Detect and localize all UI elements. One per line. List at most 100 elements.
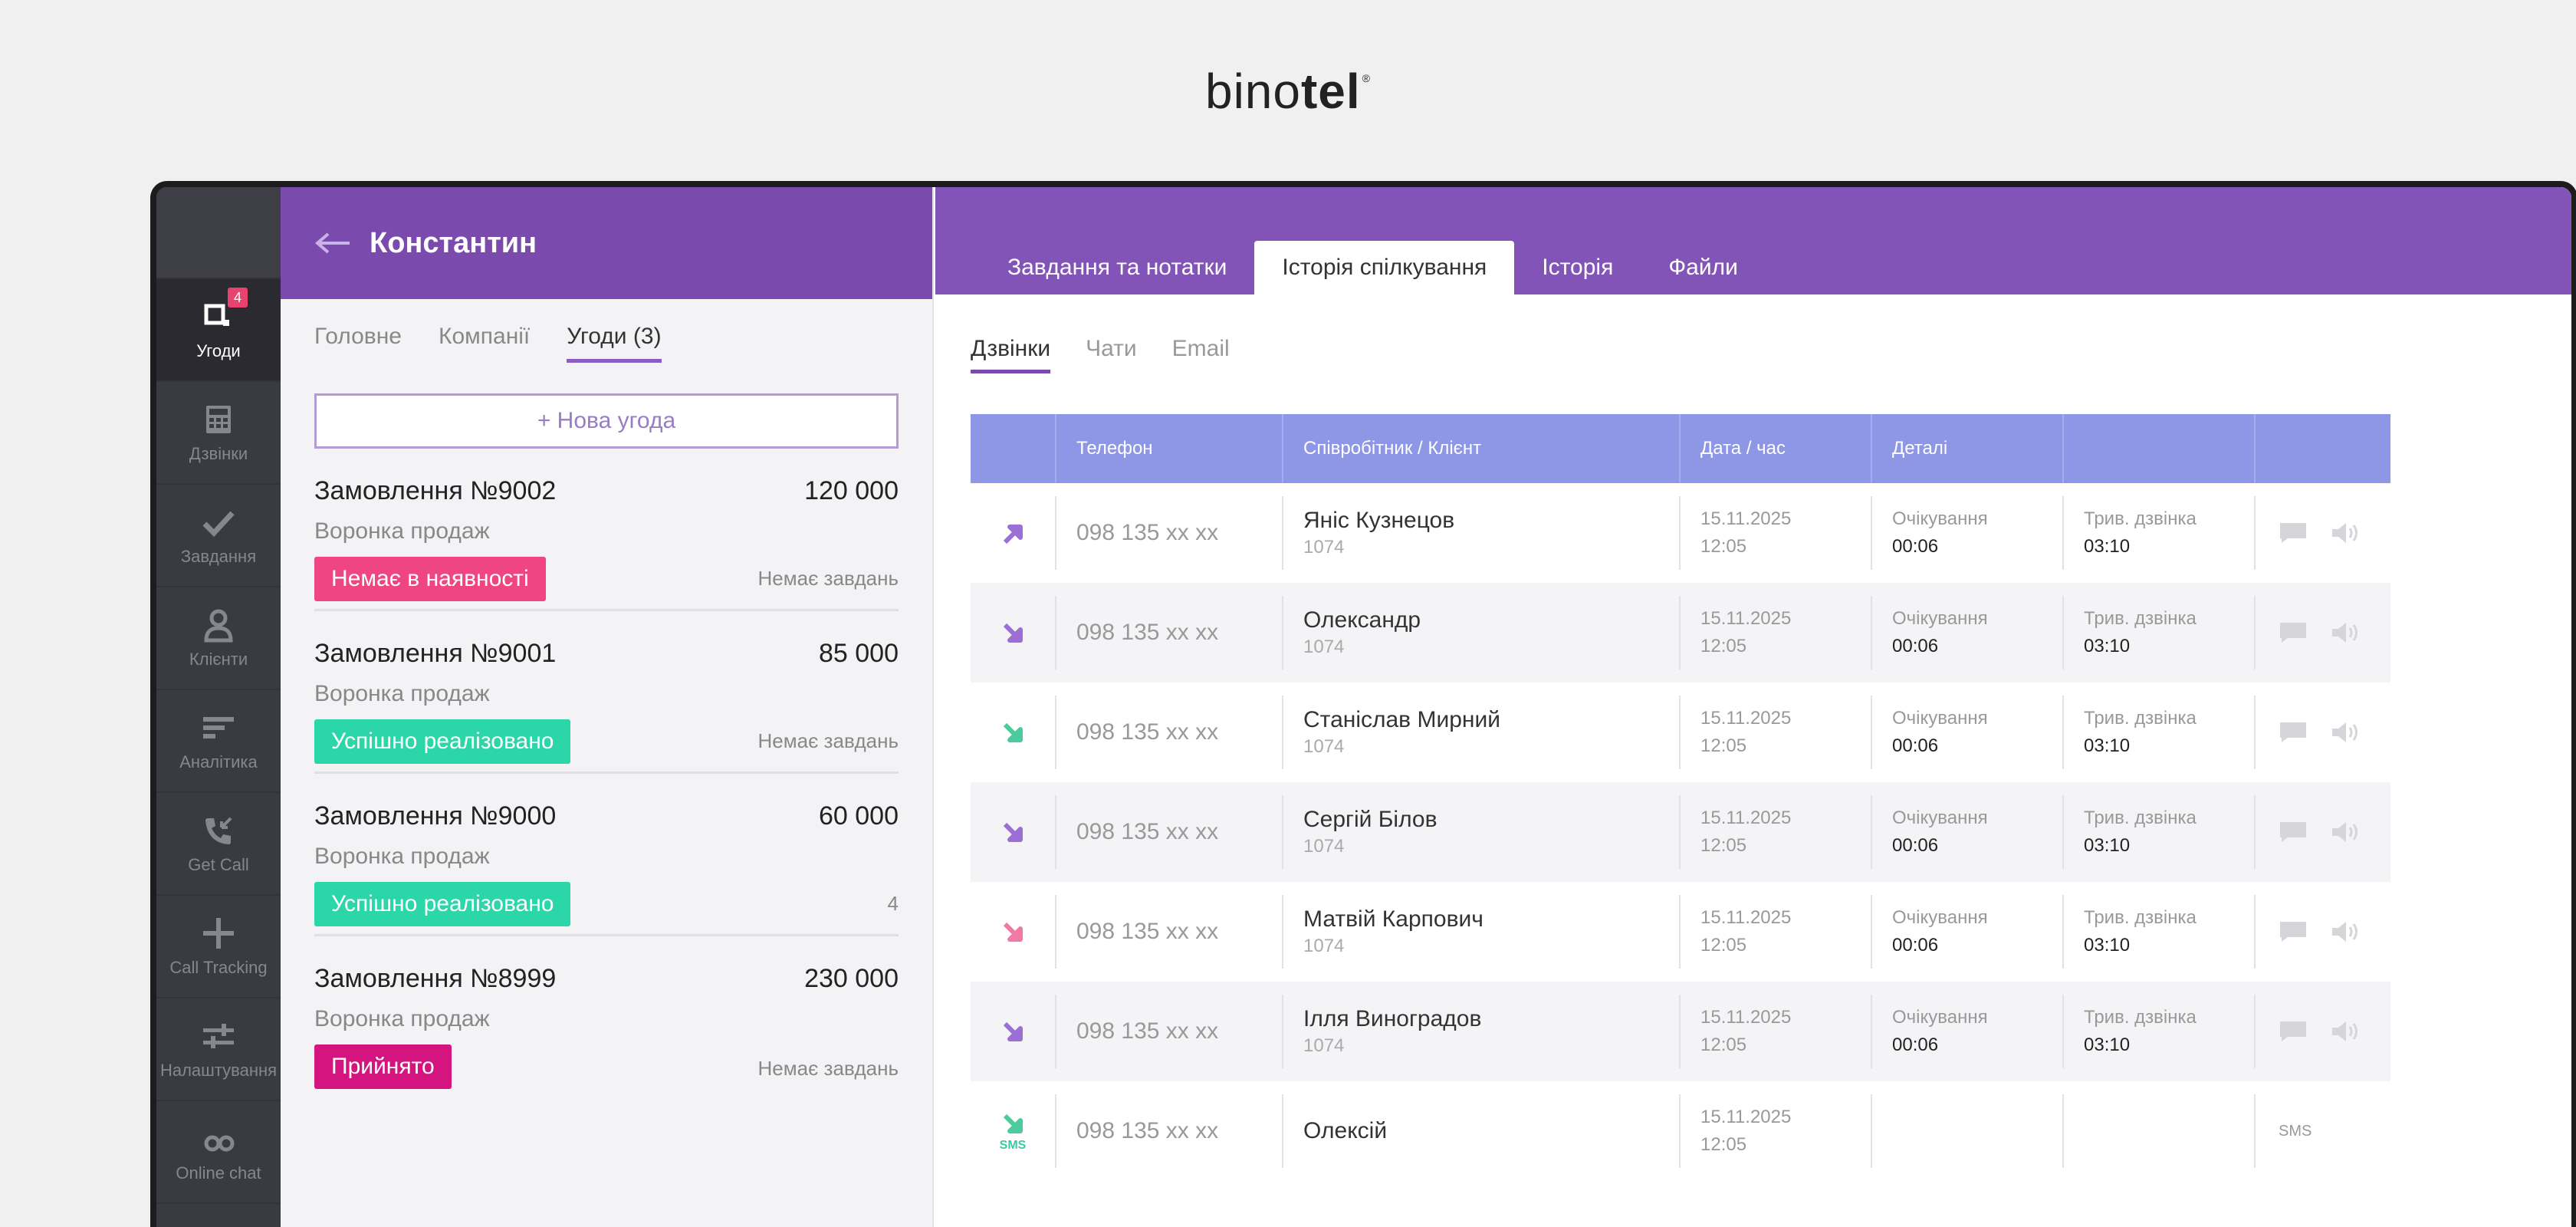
deal-card[interactable]: Замовлення №8999 230 000 Воронка продаж П… (314, 936, 899, 1099)
nav-item-get-call[interactable]: Get Call (156, 793, 281, 896)
phone-number[interactable]: 098 135 xx xx (1076, 1018, 1218, 1044)
person-name[interactable]: Ілля Виноградов (1303, 1006, 1481, 1032)
nav-label: Клієнти (189, 650, 248, 669)
deal-amount: 120 000 (804, 476, 899, 505)
phone-number[interactable]: 098 135 xx xx (1076, 520, 1218, 546)
user-icon (200, 607, 237, 643)
person-cell: Олексій (1282, 1094, 1679, 1168)
deal-tasks: 4 (887, 892, 899, 915)
deal-title: Замовлення №9002 (314, 476, 557, 505)
datetime-cell: 15.11.2025 12:05 (1679, 496, 1871, 570)
nav-item-call-tracking[interactable]: Call Tracking (156, 896, 281, 998)
tab-chats[interactable]: Чати (1086, 336, 1137, 373)
comment-icon[interactable] (2279, 821, 2308, 844)
person-cell: Яніс Кузнецов 1074 (1282, 496, 1679, 570)
speaker-icon[interactable] (2331, 1019, 2361, 1044)
person-cell: Ілля Виноградов 1074 (1282, 995, 1679, 1068)
actions-cell (2254, 795, 2390, 869)
nav-item-analytics[interactable]: Аналітика (156, 690, 281, 793)
table-row[interactable]: SMS 098 135 xx xx Олексій 15.11.2025 12:05 SM… (971, 1081, 2390, 1181)
duration-label: Трив. дзвінка (2084, 508, 2196, 529)
phone-number[interactable]: 098 135 xx xx (1076, 719, 1218, 745)
nav-item-calls[interactable]: Дзвінки (156, 382, 281, 485)
deals-badge: 4 (228, 288, 248, 308)
tab-deals[interactable]: Угоди (3) (567, 324, 662, 363)
wait-cell: Очікування 00:06 (1871, 696, 2062, 769)
tab-main[interactable]: Головне (314, 324, 402, 363)
contact-panel: Константин Головне Компанії Угоди (3) + … (281, 187, 934, 1227)
nav-label: Угоди (196, 341, 241, 360)
table-row[interactable]: 098 135 xx xx Сергій Білов 1074 15.11.2025 1… (971, 782, 2390, 882)
phone-number[interactable]: 098 135 xx xx (1076, 1118, 1218, 1144)
nav-item-deals[interactable]: 4 Угоди (156, 279, 281, 382)
phone-number[interactable]: 098 135 xx xx (1076, 620, 1218, 646)
deal-amount: 60 000 (819, 801, 899, 831)
phone-number[interactable]: 098 135 xx xx (1076, 819, 1218, 845)
comment-icon[interactable] (2279, 1020, 2308, 1043)
incoming-call-icon (1003, 822, 1023, 842)
tab-history[interactable]: Історія (1514, 241, 1641, 294)
speaker-icon[interactable] (2331, 620, 2361, 645)
wait-value: 00:06 (1892, 935, 1939, 956)
duration-label: Трив. дзвінка (2084, 1007, 2196, 1028)
speaker-icon[interactable] (2331, 919, 2361, 944)
tab-tasks-notes[interactable]: Завдання та нотатки (980, 241, 1254, 294)
person-name[interactable]: Олександр (1303, 607, 1421, 633)
speaker-icon[interactable] (2331, 521, 2361, 545)
extension: 1074 (1303, 537, 1345, 558)
extension: 1074 (1303, 1035, 1345, 1056)
back-arrow-icon[interactable] (314, 232, 351, 255)
deal-card[interactable]: Замовлення №9000 60 000 Воронка продаж Ус… (314, 774, 899, 936)
person-name[interactable]: Станіслав Мирний (1303, 707, 1500, 733)
person-name[interactable]: Олексій (1303, 1118, 1387, 1144)
table-row[interactable]: 098 135 xx xx Станіслав Мирний 1074 15.11.2… (971, 683, 2390, 782)
duration-label: Трив. дзвінка (2084, 708, 2196, 729)
table-row[interactable]: 098 135 xx xx Яніс Кузнецов 1074 15.11.2025… (971, 483, 2390, 583)
nav-item-settings[interactable]: Налаштування (156, 998, 281, 1101)
tab-calls[interactable]: Дзвінки (971, 336, 1051, 373)
call-tracking-icon (200, 915, 237, 952)
deal-status-badge: Успішно реалізовано (314, 719, 571, 764)
duration-value: 03:10 (2084, 835, 2131, 856)
deal-card[interactable]: Замовлення №9002 120 000 Воронка продаж Н… (314, 449, 899, 611)
tab-companies[interactable]: Компанії (439, 324, 530, 363)
comment-icon[interactable] (2279, 721, 2308, 744)
person-name[interactable]: Матвій Карпович (1303, 906, 1484, 933)
deal-card[interactable]: Замовлення №9001 85 000 Воронка продаж Ус… (314, 611, 899, 774)
person-name[interactable]: Сергій Білов (1303, 807, 1438, 833)
deal-funnel: Воронка продаж (314, 1006, 490, 1031)
nav-label: Get Call (188, 855, 249, 874)
tab-email[interactable]: Email (1172, 336, 1230, 373)
deal-tasks: Немає завдань (757, 729, 899, 752)
comment-icon[interactable] (2279, 920, 2308, 943)
phone-cell: 098 135 xx xx (1055, 496, 1282, 570)
nav-item-online-chat[interactable]: Online chat (156, 1101, 281, 1204)
table-row[interactable]: 098 135 xx xx Олександр 1074 15.11.2025 12:0… (971, 583, 2390, 683)
deal-title: Замовлення №9001 (314, 639, 557, 668)
header-person: Співробітник / Клієнт (1282, 414, 1679, 483)
datetime-cell: 15.11.2025 12:05 (1679, 795, 1871, 869)
nav-top (156, 187, 281, 279)
phone-number[interactable]: 098 135 xx xx (1076, 919, 1218, 945)
speaker-icon[interactable] (2331, 820, 2361, 844)
header-direction (971, 414, 1055, 483)
table-row[interactable]: 098 135 xx xx Матвій Карпович 1074 15.11.20… (971, 882, 2390, 982)
person-name[interactable]: Яніс Кузнецов (1303, 508, 1454, 534)
actions-cell (2254, 596, 2390, 669)
comment-icon[interactable] (2279, 621, 2308, 644)
new-deal-button[interactable]: + Нова угода (314, 393, 899, 449)
datetime-cell: 15.11.2025 12:05 (1679, 995, 1871, 1068)
deal-funnel: Воронка продаж (314, 681, 490, 706)
incoming-call-icon (1003, 922, 1023, 942)
nav-item-clients[interactable]: Клієнти (156, 587, 281, 690)
person-cell: Матвій Карпович 1074 (1282, 895, 1679, 969)
nav-item-tasks[interactable]: Завдання (156, 485, 281, 587)
tab-communication-history[interactable]: Історія спілкування (1254, 241, 1515, 294)
comment-icon[interactable] (2279, 521, 2308, 544)
call-date: 15.11.2025 (1700, 808, 1792, 828)
speaker-icon[interactable] (2331, 720, 2361, 745)
table-row[interactable]: 098 135 xx xx Ілля Виноградов 1074 15.11.20… (971, 982, 2390, 1081)
duration-value: 03:10 (2084, 1035, 2131, 1055)
call-time: 12:05 (1700, 636, 1747, 656)
tab-files[interactable]: Файли (1641, 241, 1766, 294)
